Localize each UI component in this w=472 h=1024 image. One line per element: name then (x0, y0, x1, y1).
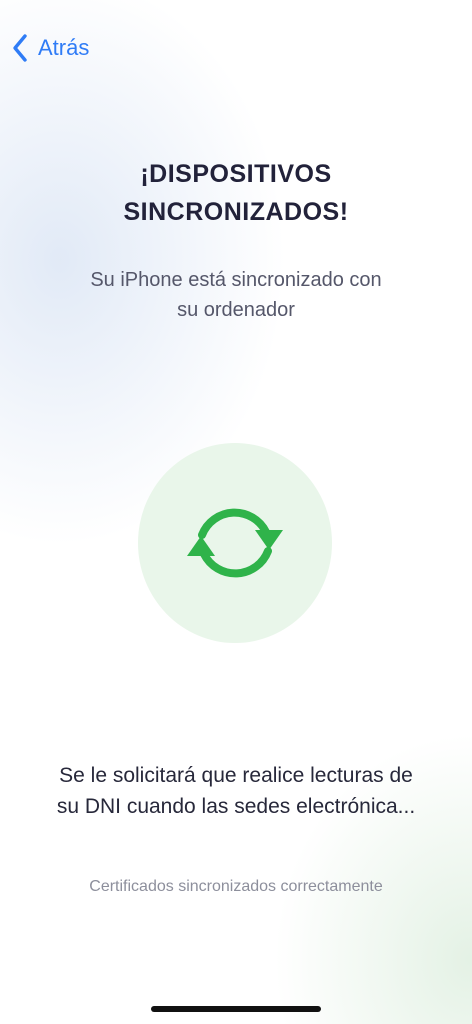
back-label: Atrás (38, 35, 90, 60)
info-line-1: Se le solicitará que realice lecturas de (59, 764, 413, 787)
page-title: ¡DISPOSITIVOS SINCRONIZADOS! (0, 155, 472, 231)
sync-status-circle (138, 443, 332, 643)
sync-icon (187, 508, 283, 578)
page-subtitle: Su iPhone está sincronizado con su orden… (40, 265, 432, 325)
subtitle-line-2: su ordenador (177, 299, 295, 321)
title-line-1: ¡DISPOSITIVOS (140, 160, 332, 188)
info-line-2: su DNI cuando las sedes electrónica... (56, 795, 416, 818)
home-indicator[interactable] (151, 1006, 321, 1012)
subtitle-line-1: Su iPhone está sincronizado con (90, 269, 382, 291)
title-line-2: SINCRONIZADOS! (123, 198, 349, 226)
dni-info-text: Se le solicitará que realice lecturas de… (20, 760, 452, 822)
sync-status-text: Certificados sincronizados correctamente (89, 878, 383, 895)
chevron-left-icon (10, 32, 32, 64)
back-button[interactable]: Atrás (10, 30, 89, 66)
